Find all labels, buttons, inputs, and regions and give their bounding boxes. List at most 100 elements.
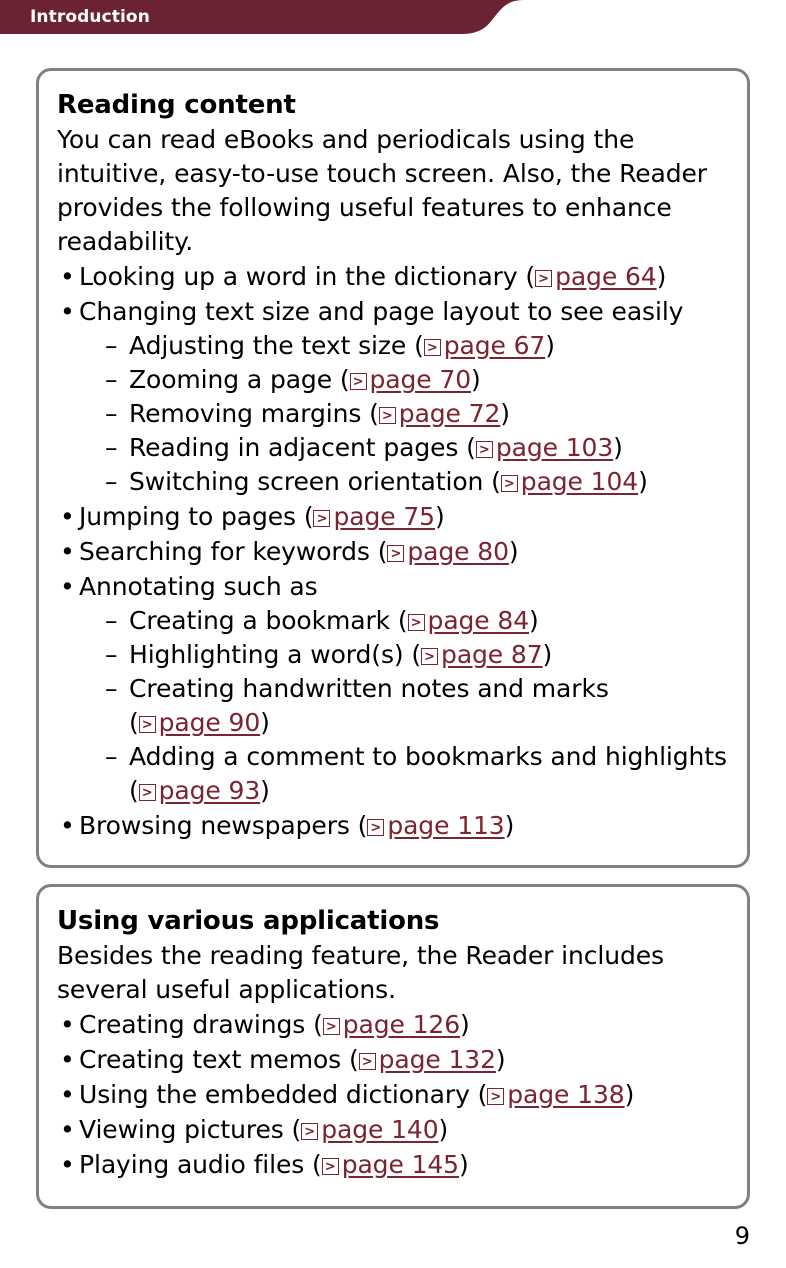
feature-sublist-item: –Creating a bookmark (page 84) [79,604,731,638]
bullet-marker: • [60,297,75,326]
dash-marker: – [105,365,118,394]
dash-marker: – [105,467,118,496]
feature-sublist-item-label: Creating a bookmark [129,606,391,635]
page-reference[interactable]: (page 75) [304,502,445,531]
page-reference-wrapped-line: (page 90) [129,706,731,740]
page-reference-icon [313,510,331,527]
page-reference-label[interactable]: page 104 [521,467,638,496]
page-reference-label[interactable]: page 64 [555,262,657,291]
application-list: •Creating drawings (page 126)•Creating t… [57,1007,731,1182]
page-reference-icon [138,784,156,801]
page-reference-icon [407,614,425,631]
bullet-marker: • [60,1010,75,1039]
page-reference-label[interactable]: page 84 [428,606,530,635]
feature-list-item-label: Jumping to pages [79,502,296,531]
dash-marker: – [105,331,118,360]
feature-sublist: –Adjusting the text size (page 67)–Zoomi… [79,329,731,499]
feature-sublist-item: –Reading in adjacent pages (page 103) [79,431,731,465]
feature-sublist-item-label: Switching screen orientation [129,467,484,496]
page-reference-icon [421,648,439,665]
page-reference-icon [138,716,156,733]
page-reference-icon [367,819,385,836]
page-reference-label[interactable]: page 67 [444,331,546,360]
page-reference[interactable]: (page 90) [129,708,270,737]
feature-sublist-item-label: Highlighting a word(s) [129,640,404,669]
page-reference-label[interactable]: page 138 [507,1080,624,1109]
page-reference-label[interactable]: page 75 [333,502,435,531]
page-reference[interactable]: (page 140) [292,1115,449,1144]
page-reference[interactable]: (page 113) [358,811,515,840]
page-reference[interactable]: (page 70) [340,365,481,394]
feature-list-item: •Browsing newspapers (page 113) [57,808,731,843]
feature-sublist: –Creating a bookmark (page 84)–Highlight… [79,604,731,808]
page-reference-label[interactable]: page 93 [159,776,261,805]
page-reference-label[interactable]: page 145 [342,1150,459,1179]
feature-sublist-item-label: Creating handwritten notes and marks [129,674,609,703]
page-reference[interactable]: (page 87) [411,640,552,669]
feature-list-item-label: Viewing pictures [79,1115,284,1144]
page-reference[interactable]: (page 145) [312,1150,469,1179]
feature-list-item-label: Annotating such as [79,572,318,601]
feature-sublist-item: –Adjusting the text size (page 67) [79,329,731,363]
page-reference-label[interactable]: page 126 [343,1010,460,1039]
page-reference-icon [475,441,493,458]
page-reference[interactable]: (page 103) [466,433,623,462]
page-reference[interactable]: (page 67) [414,331,555,360]
feature-list-item: •Creating text memos (page 132) [57,1042,731,1077]
page-reference-icon [387,545,405,562]
page-reference[interactable]: (page 104) [491,467,648,496]
feature-sublist-item: –Highlighting a word(s) (page 87) [79,638,731,672]
page-reference-label[interactable]: page 113 [387,811,504,840]
panel-using-various-applications: Using various applications Besides the r… [36,884,750,1209]
page-reference[interactable]: (page 84) [398,606,539,635]
page-reference[interactable]: (page 132) [349,1045,506,1074]
feature-sublist-item: –Removing margins (page 72) [79,397,731,431]
page-header: Introduction [0,0,786,34]
page-reference[interactable]: (page 138) [478,1080,635,1109]
page-reference-label[interactable]: page 132 [379,1045,496,1074]
page-reference-icon [349,373,367,390]
feature-list-item-label: Browsing newspapers [79,811,350,840]
page-reference[interactable]: (page 64) [525,262,666,291]
bullet-marker: • [60,1045,75,1074]
feature-sublist-item: –Zooming a page (page 70) [79,363,731,397]
feature-list-item-label: Changing text size and page layout to se… [79,297,684,326]
page-reference[interactable]: (page 93) [129,776,270,805]
page-reference-icon [423,339,441,356]
feature-list-item: •Playing audio files (page 145) [57,1147,731,1182]
page-reference-label[interactable]: page 80 [407,537,509,566]
bullet-marker: • [60,1080,75,1109]
page-number: 9 [734,1222,750,1250]
feature-list-item: •Looking up a word in the dictionary (pa… [57,259,731,294]
page-reference-icon [535,270,553,287]
page-reference-wrapped-line: (page 93) [129,774,731,808]
panel-reading-content: Reading content You can read eBooks and … [36,68,750,868]
bullet-marker: • [60,1115,75,1144]
dash-marker: – [105,640,118,669]
bullet-marker: • [60,572,75,601]
page-reference-label[interactable]: page 140 [321,1115,438,1144]
feature-list-item-label: Looking up a word in the dictionary [79,262,518,291]
page-reference-label[interactable]: page 87 [441,640,543,669]
panel-title: Reading content [57,90,296,120]
feature-sublist-item: – Adding a comment to bookmarks and highl… [79,740,731,808]
feature-sublist-item: –Creating handwritten notes and marks (pa… [79,672,731,740]
feature-list-item: • Annotating such as – Creating a bookmark … [57,569,731,808]
panel-title: Using various applications [57,906,440,936]
page-reference-icon [358,1053,376,1070]
feature-list-item: •Using the embedded dictionary (page 138… [57,1077,731,1112]
page-reference-label[interactable]: page 72 [399,399,501,428]
page-reference-label[interactable]: page 70 [370,365,472,394]
bullet-marker: • [60,811,75,840]
feature-list-item: •Creating drawings (page 126) [57,1007,731,1042]
feature-sublist-item-label: Removing margins [129,399,362,428]
feature-sublist-item: –Switching screen orientation (page 104) [79,465,731,499]
page-reference-label[interactable]: page 103 [496,433,613,462]
page-reference[interactable]: (page 80) [378,537,519,566]
feature-sublist-item-label: Adjusting the text size [129,331,407,360]
page-reference[interactable]: (page 72) [369,399,510,428]
feature-sublist-item-label: Zooming a page [129,365,332,394]
bullet-marker: • [60,262,75,291]
page-reference-label[interactable]: page 90 [159,708,261,737]
page-reference[interactable]: (page 126) [313,1010,470,1039]
